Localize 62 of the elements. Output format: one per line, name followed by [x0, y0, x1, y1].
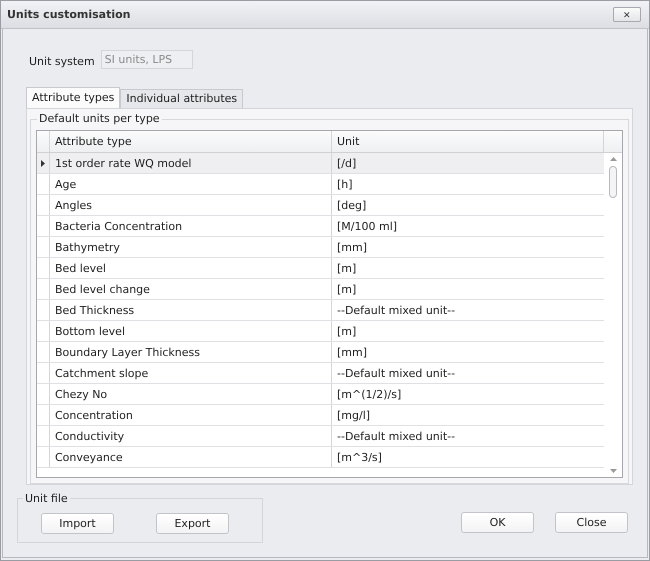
- table-row[interactable]: Bed level change [m]: [37, 279, 604, 300]
- table-cell: Bed level: [50, 258, 332, 278]
- group-title: Default units per type: [37, 112, 162, 125]
- dialog-button[interactable]: Close: [555, 512, 628, 533]
- table-cell-text: [/d]: [336, 156, 358, 172]
- table-row[interactable]: Conductivity --Default mixed unit--: [37, 426, 604, 447]
- table-cell-text: --Default mixed unit--: [336, 303, 456, 319]
- window-title: Units customisation: [7, 8, 131, 21]
- table-cell: Bacteria Concentration: [50, 216, 332, 236]
- table-row[interactable]: Catchment slope --Default mixed unit--: [37, 363, 604, 384]
- table-cell-text: [mg/l]: [336, 408, 372, 424]
- table-cell: Age: [50, 174, 332, 194]
- table-row[interactable]: Bacteria Concentration [M/100 ml]: [37, 216, 604, 237]
- file-button[interactable]: Export: [156, 513, 229, 534]
- table-cell: Boundary Layer Thickness: [50, 342, 332, 362]
- tab[interactable]: Attribute types: [26, 87, 120, 108]
- column-header[interactable]: Attribute type: [50, 131, 332, 152]
- table-cell-text: [m]: [336, 324, 358, 340]
- table-cell: Conveyance: [50, 447, 332, 467]
- table-row[interactable]: Chezy No [m^(1/2)/s]: [37, 384, 604, 405]
- table-cell-text: [mm]: [336, 345, 368, 361]
- table-row[interactable]: 1st order rate WQ model [/d]: [37, 153, 604, 174]
- row-pointer-icon: [41, 160, 45, 166]
- table-cell-text: [M/100 ml]: [336, 219, 398, 235]
- group-title: Unit file: [23, 492, 70, 505]
- table-cell-text: [m]: [336, 261, 358, 277]
- unit-system-label: Unit system: [29, 55, 95, 68]
- tab[interactable]: Individual attributes: [120, 89, 244, 108]
- dialog-button[interactable]: OK: [461, 512, 534, 533]
- table-row[interactable]: Angles [deg]: [37, 195, 604, 216]
- table-cell: Concentration: [50, 405, 332, 425]
- table-cell-text: --Default mixed unit--: [336, 366, 456, 382]
- table-cell-text: [m^3/s]: [336, 450, 383, 466]
- table-row[interactable]: Bed Thickness --Default mixed unit--: [37, 300, 604, 321]
- table-cell-text: --Default mixed unit--: [336, 429, 456, 445]
- table-cell-text: [h]: [336, 177, 354, 193]
- table-cell-text: [mm]: [336, 240, 368, 256]
- file-button[interactable]: Import: [41, 513, 114, 534]
- table-cell: 1st order rate WQ model: [50, 153, 332, 173]
- scroll-up-icon[interactable]: [610, 157, 616, 161]
- table-cell: Catchment slope: [50, 363, 332, 383]
- table-cell-text: [deg]: [336, 198, 368, 214]
- scroll-down-icon[interactable]: [610, 469, 616, 473]
- table-cell: Angles: [50, 195, 332, 215]
- table-cell: Bed Thickness: [50, 300, 332, 320]
- table-cell: Bottom level: [50, 321, 332, 341]
- column-header[interactable]: Unit: [332, 131, 603, 152]
- table-row[interactable]: Boundary Layer Thickness [mm]: [37, 342, 604, 363]
- table-cell: Bathymetry: [50, 237, 332, 257]
- table-row[interactable]: Conveyance [m^3/s]: [37, 447, 604, 468]
- table-cell-text: [m]: [336, 282, 358, 298]
- close-button[interactable]: ✕: [613, 7, 641, 22]
- table-row[interactable]: Concentration [mg/l]: [37, 405, 604, 426]
- table-cell-text: [m^(1/2)/s]: [336, 387, 402, 403]
- table-row[interactable]: Age [h]: [37, 174, 604, 195]
- table-cell: Bed level change: [50, 279, 332, 299]
- table-row[interactable]: Bottom level [m]: [37, 321, 604, 342]
- table-row[interactable]: Bed level [m]: [37, 258, 604, 279]
- table-row[interactable]: Bathymetry [mm]: [37, 237, 604, 258]
- table-cell: Chezy No: [50, 384, 332, 404]
- table-cell: Conductivity: [50, 426, 332, 446]
- scroll-thumb[interactable]: [609, 166, 617, 198]
